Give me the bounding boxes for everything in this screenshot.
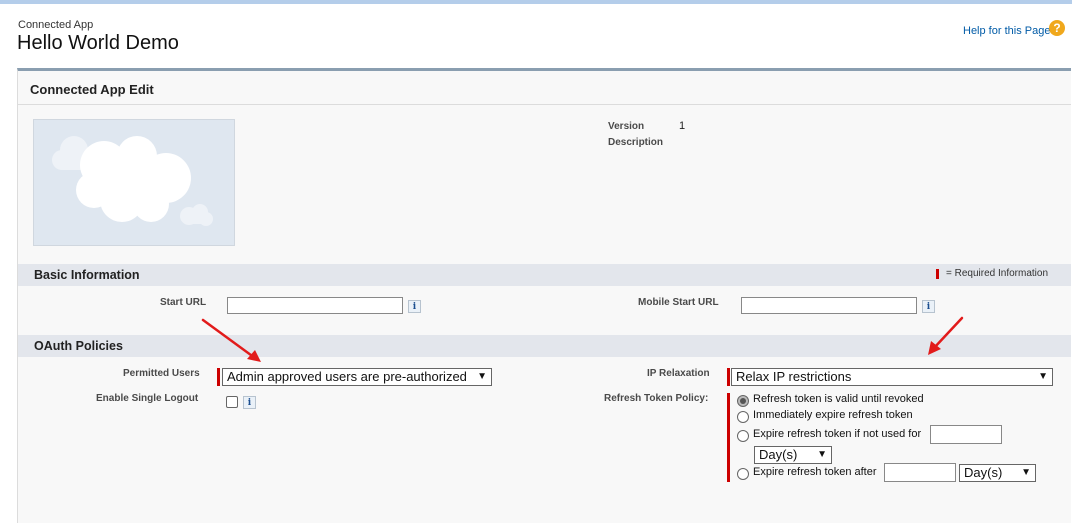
- ip-relaxation-value: Relax IP restrictions: [736, 369, 852, 384]
- required-legend: = Required Information: [946, 268, 1049, 279]
- refresh-option-valid-until-revoked-radio[interactable]: [737, 395, 749, 407]
- enable-single-logout-checkbox[interactable]: [226, 396, 238, 408]
- ip-relaxation-select[interactable]: Relax IP restrictions ▼: [731, 368, 1053, 386]
- question-icon[interactable]: ?: [1049, 20, 1065, 36]
- app-logo-image: [33, 119, 235, 246]
- card-title: Connected App Edit: [30, 82, 154, 97]
- chevron-down-icon: ▼: [477, 371, 487, 382]
- chevron-down-icon: ▼: [817, 449, 827, 460]
- enable-single-logout-label: Enable Single Logout: [96, 393, 199, 404]
- basic-information-section-header: Basic Information = Required Information: [18, 264, 1071, 286]
- version-label: Version: [608, 121, 645, 132]
- start-url-label: Start URL: [160, 297, 207, 308]
- refresh-option-expire-if-not-used-radio[interactable]: [737, 430, 749, 442]
- required-marker: [727, 368, 730, 386]
- description-label: Description: [608, 137, 664, 148]
- annotation-arrow-icon: [928, 316, 964, 355]
- single-logout-info-icon[interactable]: i: [243, 396, 256, 409]
- section-title: OAuth Policies: [34, 339, 123, 353]
- chevron-down-icon: ▼: [1021, 467, 1031, 478]
- refresh-option-label: Immediately expire refresh token: [753, 409, 913, 421]
- page-title: Hello World Demo: [17, 32, 179, 54]
- annotation-arrow-icon: [201, 318, 261, 362]
- expire-after-unit-select[interactable]: Day(s) ▼: [959, 464, 1036, 482]
- expire-after-input[interactable]: [884, 463, 956, 482]
- start-url-info-icon[interactable]: i: [408, 300, 421, 313]
- object-type-label: Connected App: [18, 19, 94, 31]
- expire-if-not-used-input[interactable]: [930, 425, 1002, 444]
- required-marker: [217, 368, 220, 386]
- refresh-option-label: Refresh token is valid until revoked: [753, 393, 924, 405]
- required-marker: [727, 393, 730, 482]
- refresh-option-label: Expire refresh token after: [753, 466, 877, 478]
- refresh-option-immediately-expire-radio[interactable]: [737, 411, 749, 423]
- required-marker: [936, 269, 939, 279]
- page-header: Connected App Hello World Demo Help for …: [0, 4, 1072, 66]
- unit-value: Day(s): [964, 465, 1003, 480]
- mobile-start-url-input[interactable]: [741, 297, 917, 314]
- mobile-start-url-label: Mobile Start URL: [638, 297, 719, 308]
- unit-value: Day(s): [759, 447, 798, 462]
- version-value: 1: [679, 120, 686, 132]
- permitted-users-value: Admin approved users are pre-authorized: [227, 369, 467, 384]
- cloud-icon: [52, 136, 213, 226]
- section-title: Basic Information: [34, 268, 140, 282]
- connected-app-edit-card: Connected App Edit Version 1 Description…: [17, 68, 1071, 523]
- expire-if-not-used-unit-select[interactable]: Day(s) ▼: [754, 446, 832, 464]
- oauth-policies-section-header: OAuth Policies: [18, 335, 1071, 357]
- refresh-option-label: Expire refresh token if not used for: [753, 428, 922, 440]
- chevron-down-icon: ▼: [1038, 371, 1048, 382]
- permitted-users-select[interactable]: Admin approved users are pre-authorized …: [222, 368, 492, 386]
- help-link[interactable]: Help for this Page: [963, 25, 1050, 37]
- ip-relaxation-label: IP Relaxation: [647, 368, 710, 379]
- divider: [18, 104, 1071, 105]
- refresh-option-expire-after-radio[interactable]: [737, 468, 749, 480]
- permitted-users-label: Permitted Users: [123, 368, 200, 379]
- refresh-token-policy-label: Refresh Token Policy:: [604, 393, 709, 404]
